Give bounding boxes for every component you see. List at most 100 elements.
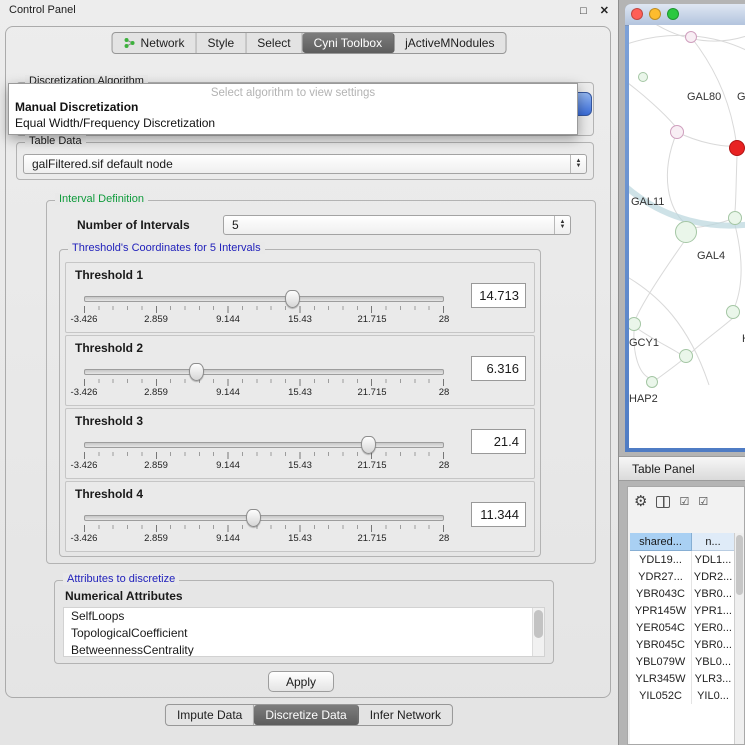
number-of-intervals-value: 5 — [224, 216, 554, 234]
slider-tick-label: 21.715 — [357, 460, 386, 471]
list-scrollbar[interactable] — [532, 608, 544, 656]
threshold-4-panel: Threshold 4 -3.4262.8599.14415.4321.7152… — [65, 481, 535, 552]
network-canvas[interactable]: GAL80GAGAL11GAL4GCY1HHAP2 — [629, 25, 745, 448]
slider-thumb[interactable] — [189, 363, 204, 381]
tab-select[interactable]: Select — [246, 33, 302, 53]
threshold-slider[interactable]: -3.4262.8599.14415.4321.71528 — [84, 435, 444, 473]
network-node[interactable] — [726, 305, 740, 319]
table-row[interactable]: YDR27...YDR2... — [630, 568, 734, 585]
slider-tick-label: 21.715 — [357, 533, 386, 544]
network-node[interactable] — [675, 221, 697, 243]
interval-definition-label: Interval Definition — [55, 193, 148, 205]
attributes-group-label: Attributes to discretize — [63, 573, 179, 585]
slider-tick-label: 15.43 — [288, 533, 312, 544]
combo-stepper[interactable]: ▲ ▼ — [570, 155, 586, 173]
tab-jactivemnodules[interactable]: jActiveMNodules — [394, 33, 505, 53]
table-row[interactable]: YPR145WYPR1... — [630, 602, 734, 619]
table-row[interactable]: YBL079WYBL0... — [630, 653, 734, 670]
checkbox-icon[interactable]: ☑ — [698, 496, 708, 508]
table-scrollbar[interactable] — [734, 533, 744, 744]
network-node-label: GAL4 — [697, 250, 725, 262]
threshold-value-field[interactable]: 14.713 — [471, 283, 526, 308]
checkbox-icon[interactable]: ☑ — [679, 496, 689, 508]
table-row[interactable]: YER054CYER0... — [630, 619, 734, 636]
tab-network-label: Network — [141, 36, 185, 50]
numerical-attributes-heading: Numerical Attributes — [65, 589, 183, 603]
tab-style[interactable]: Style — [197, 33, 247, 53]
slider-tick-label: 21.715 — [357, 387, 386, 398]
threshold-value-field[interactable]: 6.316 — [471, 356, 526, 381]
table-panel-header: Table Panel — [619, 456, 745, 481]
table-panel-title: Table Panel — [632, 462, 695, 476]
network-node[interactable] — [646, 376, 658, 388]
node-table: shared... n... YDL19...YDL1... YDR27...Y… — [630, 533, 734, 744]
tab-discretize-data[interactable]: Discretize Data — [254, 705, 358, 725]
slider-thumb[interactable] — [285, 290, 300, 308]
slider-tick-labels: -3.4262.8599.14415.4321.71528 — [84, 435, 444, 473]
float-window-icon[interactable]: □ — [580, 5, 587, 17]
apply-button[interactable]: Apply — [268, 671, 334, 692]
network-node[interactable] — [638, 72, 648, 82]
network-node-label: GCY1 — [629, 337, 659, 349]
slider-tick-label: 15.43 — [288, 314, 312, 325]
gear-icon[interactable]: ⚙ — [634, 494, 647, 509]
tab-impute-data[interactable]: Impute Data — [166, 705, 254, 725]
close-window-icon[interactable] — [631, 8, 643, 20]
table-row[interactable]: YBR043CYBR0... — [630, 585, 734, 602]
slider-tick-label: -3.426 — [71, 387, 98, 398]
threshold-label: Threshold 4 — [75, 487, 143, 501]
close-icon[interactable]: ✕ — [600, 5, 609, 17]
column-layout-icon[interactable] — [656, 496, 670, 508]
tab-infer-network[interactable]: Infer Network — [359, 705, 452, 725]
list-item-topologicalcoefficient[interactable]: TopologicalCoefficient — [64, 625, 544, 642]
table-row[interactable]: YLR345WYLR3... — [630, 670, 734, 687]
number-of-intervals-combobox[interactable]: 5 ▲ ▼ — [223, 215, 571, 235]
dropdown-option-manual-discretization[interactable]: Manual Discretization — [9, 99, 577, 115]
attributes-group: Attributes to discretize Numerical Attri… — [54, 580, 554, 664]
threshold-slider[interactable]: -3.4262.8599.14415.4321.71528 — [84, 508, 444, 546]
table-row[interactable]: YIL052CYIL0... — [630, 687, 734, 704]
stepper-down-icon: ▼ — [560, 225, 566, 230]
threshold-value-field[interactable]: 21.4 — [471, 429, 526, 454]
stepper-down-icon: ▼ — [576, 164, 582, 169]
table-data-combobox[interactable]: galFiltered.sif default node ▲ ▼ — [23, 154, 587, 174]
interval-definition-group: Interval Definition Number of Intervals … — [46, 200, 596, 564]
network-node-label: GA — [737, 91, 745, 103]
network-node[interactable] — [685, 31, 697, 43]
table-row[interactable]: YDL19...YDL1... — [630, 551, 734, 568]
list-scrollbar-thumb[interactable] — [534, 610, 543, 638]
tab-cyni-toolbox[interactable]: Cyni Toolbox — [303, 33, 394, 53]
network-window-titlebar[interactable] — [625, 4, 745, 26]
threshold-slider[interactable]: -3.4262.8599.14415.4321.71528 — [84, 362, 444, 400]
threshold-slider[interactable]: -3.4262.8599.14415.4321.71528 — [84, 289, 444, 327]
network-node[interactable] — [728, 211, 742, 225]
slider-tick-label: 2.859 — [144, 460, 168, 471]
network-node[interactable] — [729, 140, 745, 156]
minimize-window-icon[interactable] — [649, 8, 661, 20]
table-data-value: galFiltered.sif default node — [24, 155, 570, 173]
network-node[interactable] — [670, 125, 684, 139]
zoom-window-icon[interactable] — [667, 8, 679, 20]
list-item-selfloops[interactable]: SelfLoops — [64, 608, 544, 625]
network-node-label: GAL80 — [687, 91, 721, 103]
slider-tick-labels: -3.4262.8599.14415.4321.71528 — [84, 508, 444, 546]
table-data-group: Table Data galFiltered.sif default node … — [16, 142, 594, 180]
network-node[interactable] — [679, 349, 693, 363]
table-row[interactable]: YBR045CYBR0... — [630, 636, 734, 653]
traffic-lights — [631, 8, 679, 20]
list-item-betweennesscentrality[interactable]: BetweennessCentrality — [64, 642, 544, 657]
combo-stepper[interactable]: ▲ ▼ — [554, 216, 570, 234]
table-scrollbar-thumb[interactable] — [736, 535, 743, 595]
threshold-1-panel: Threshold 1 -3.4262.8599.14415.4321.7152… — [65, 262, 535, 333]
column-header-shared-name[interactable]: shared... — [630, 533, 692, 551]
threshold-label: Threshold 2 — [75, 341, 143, 355]
slider-tick-label: 2.859 — [144, 387, 168, 398]
dropdown-option-equal-width[interactable]: Equal Width/Frequency Discretization — [9, 115, 577, 131]
column-header-name[interactable]: n... — [692, 533, 734, 551]
threshold-value-field[interactable]: 11.344 — [471, 502, 526, 527]
threshold-label: Threshold 1 — [75, 268, 143, 282]
slider-tick-label: 9.144 — [216, 314, 240, 325]
slider-tick-label: -3.426 — [71, 314, 98, 325]
tab-network[interactable]: Network — [113, 33, 197, 53]
network-node-label: GAL11 — [631, 196, 664, 208]
